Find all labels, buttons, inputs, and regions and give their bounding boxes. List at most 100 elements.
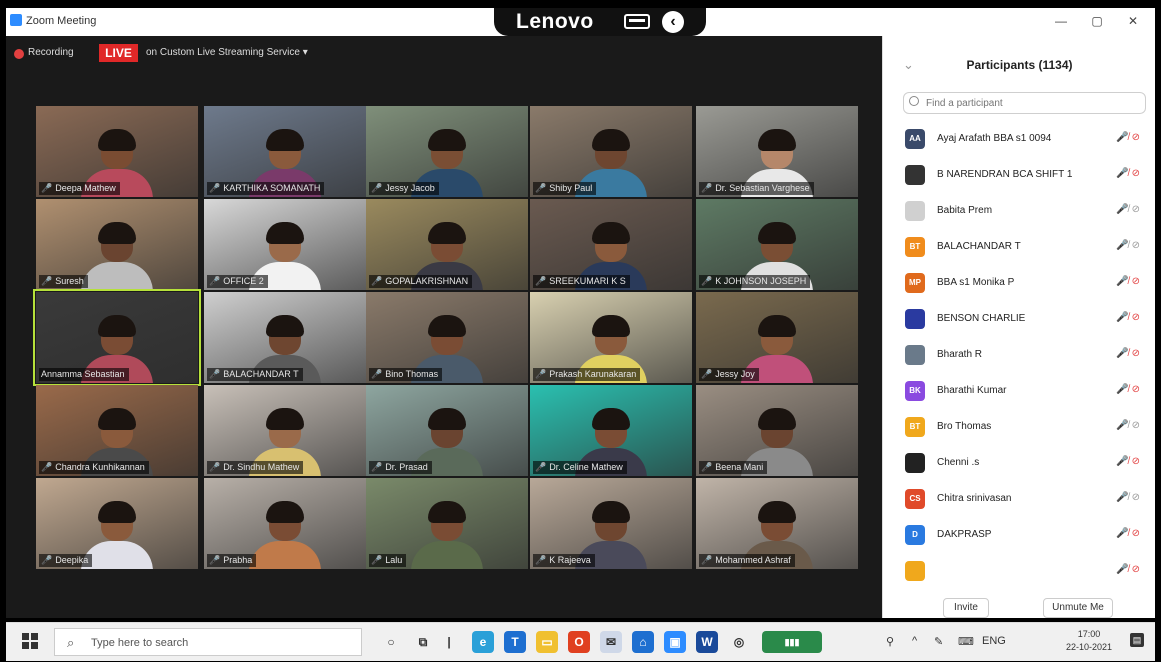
participant-row[interactable]: D DAKPRASP 🎤̸ ⊘ <box>883 518 1155 552</box>
participant-row[interactable]: BT BALACHANDAR T 🎤̸ ⊘ <box>883 230 1155 264</box>
participant-name-tag: 🎤 Dr. Celine Mathew <box>533 461 627 474</box>
cortana-icon[interactable]: ○ <box>380 631 402 653</box>
participant-name: K JOHNSON JOSEPH <box>715 276 807 286</box>
teams-icon[interactable]: T <box>504 631 526 653</box>
zoom-app-icon <box>10 14 22 26</box>
invite-button[interactable]: Invite <box>943 598 989 618</box>
chrome-icon[interactable]: ◎ <box>728 631 750 653</box>
muted-mic-icon: 🎤 <box>209 369 221 379</box>
mail-icon[interactable]: ✉ <box>600 631 622 653</box>
store-icon[interactable]: ⌂ <box>632 631 654 653</box>
taskbar-clock[interactable]: 17:00 22-10-2021 <box>1064 628 1114 654</box>
video-tile[interactable]: 🎤 Shiby Paul <box>530 106 692 197</box>
video-tile[interactable]: 🎤 Jessy Jacob <box>366 106 528 197</box>
live-badge[interactable]: LIVE <box>99 44 138 62</box>
video-tile[interactable]: 🎤 Beena Mani <box>696 385 858 476</box>
video-tile[interactable]: 🎤 Dr. Prasad <box>366 385 528 476</box>
tray-chevron-icon[interactable]: ^ <box>912 635 917 647</box>
participant-name: Suresh <box>55 276 84 286</box>
avatar <box>905 561 925 581</box>
participant-list-name: Babita Prem <box>937 205 993 216</box>
video-off-icon: 🎤̸ ⊘ <box>1116 132 1140 143</box>
video-tile[interactable]: 🎤 Lalu <box>366 478 528 569</box>
video-tile[interactable]: 🎤 Suresh <box>36 199 198 290</box>
muted-mic-icon: 🎤 <box>535 462 547 472</box>
mic-muted-icon: 🎤̸ ⊘ <box>1116 492 1140 503</box>
video-tile[interactable]: 🎤 Bino Thomas <box>366 292 528 383</box>
mic-muted-icon: 🎤̸ ⊘ <box>1116 420 1140 431</box>
video-tile[interactable]: 🎤 KARTHIKA SOMANATH <box>204 106 366 197</box>
mic-muted-icon: 🎤̸ ⊘ <box>1116 240 1140 251</box>
participant-row[interactable]: Bharath R 🎤̸ ⊘ <box>883 338 1155 372</box>
maximize-button[interactable]: ▢ <box>1084 12 1110 30</box>
avatar: MP <box>905 273 925 293</box>
participant-row[interactable]: B NARENDRAN BCA SHIFT 1 🎤̸ ⊘ <box>883 158 1155 192</box>
video-tile[interactable]: 🎤 Prakash Karunakaran <box>530 292 692 383</box>
video-tile[interactable]: Annamma Sebastian <box>33 289 201 386</box>
keyboard-icon[interactable]: ⌨ <box>958 635 974 648</box>
video-tile[interactable]: 🎤 BALACHANDAR T <box>204 292 366 383</box>
video-tile[interactable]: 🎤 K Rajeeva <box>530 478 692 569</box>
pen-icon[interactable]: ✎ <box>934 635 943 648</box>
participant-name-tag: 🎤 Prabha <box>207 554 257 567</box>
video-tile[interactable]: 🎤 Chandra Kunhikannan <box>36 385 198 476</box>
participant-name-tag: 🎤 Chandra Kunhikannan <box>39 461 149 474</box>
window-title: Zoom Meeting <box>26 15 97 27</box>
taskbar-search-box[interactable]: ⌕ Type here to search <box>54 628 362 656</box>
video-tile[interactable]: 🎤 Jessy Joy <box>696 292 858 383</box>
participant-name-tag: 🎤 Jessy Jacob <box>369 182 439 195</box>
participant-row[interactable]: 🎤̸ ⊘ <box>883 554 1155 588</box>
participant-row[interactable]: BT Bro Thomas 🎤̸ ⊘ <box>883 410 1155 444</box>
participants-panel: ⌄ Participants (1134) AAAyaj Arafath BBA… <box>882 36 1155 618</box>
file-explorer-icon[interactable]: ▭ <box>536 631 558 653</box>
search-icon: ⌕ <box>67 635 75 650</box>
participant-row[interactable]: BK Bharathi Kumar 🎤̸ ⊘ <box>883 374 1155 408</box>
task-view-icon[interactable]: ⧉ <box>412 631 434 653</box>
stream-service-dropdown[interactable]: on Custom Live Streaming Service ▾ <box>146 47 308 58</box>
participant-list-name: Chitra srinivasan <box>937 493 1012 504</box>
video-tile[interactable]: 🎤 GOPALAKRISHNAN <box>366 199 528 290</box>
word-icon[interactable]: W <box>696 631 718 653</box>
participant-row[interactable]: BENSON CHARLIE 🎤̸ ⊘ <box>883 302 1155 336</box>
participant-name-tag: 🎤 Jessy Joy <box>699 368 759 381</box>
participant-row[interactable]: Babita Prem 🎤̸ ⊘ <box>883 194 1155 228</box>
zoom-taskbar-icon[interactable]: ▣ <box>664 631 686 653</box>
video-tile[interactable]: 🎤 Prabha <box>204 478 366 569</box>
video-tile[interactable]: 🎤 SREEKUMARI K S <box>530 199 692 290</box>
battery-meter[interactable]: ▮▮▮ <box>762 631 822 653</box>
avatar <box>905 165 925 185</box>
avatar: CS <box>905 489 925 509</box>
language-indicator[interactable]: ENG <box>982 635 1006 647</box>
video-tile[interactable]: 🎤 Mohammed Ashraf <box>696 478 858 569</box>
participant-search-input[interactable] <box>903 92 1146 114</box>
unmute-me-button[interactable]: Unmute Me <box>1043 598 1113 618</box>
video-tile[interactable]: 🎤 Dr. Sindhu Mathew <box>204 385 366 476</box>
edge-browser-icon[interactable]: e <box>472 631 494 653</box>
participant-row[interactable]: MP BBA s1 Monika P 🎤̸ ⊘ <box>883 266 1155 300</box>
video-tile[interactable]: 🎤 K JOHNSON JOSEPH <box>696 199 858 290</box>
mic-muted-icon: 🎤̸ ⊘ <box>1116 204 1140 215</box>
windows-start-icon[interactable] <box>22 633 38 649</box>
video-tile[interactable]: 🎤 OFFICE 2 <box>204 199 366 290</box>
minimize-button[interactable]: — <box>1048 12 1074 30</box>
recording-label[interactable]: Recording <box>28 47 74 58</box>
participant-name-tag: 🎤 K Rajeeva <box>533 554 595 567</box>
participant-row[interactable]: CS Chitra srinivasan 🎤̸ ⊘ <box>883 482 1155 516</box>
notification-icon[interactable]: ▤ <box>1130 633 1144 647</box>
office-icon[interactable]: O <box>568 631 590 653</box>
participant-name-tag: 🎤 OFFICE 2 <box>207 275 268 288</box>
participant-name: Dr. Sindhu Mathew <box>223 462 300 472</box>
video-tile[interactable]: 🎤 Dr. Celine Mathew <box>530 385 692 476</box>
close-button[interactable]: ✕ <box>1120 12 1146 30</box>
video-tile[interactable]: 🎤 Deepika <box>36 478 198 569</box>
screen-icon <box>624 14 650 29</box>
people-icon[interactable]: ⚲ <box>886 635 894 648</box>
participant-row[interactable]: AA Ayaj Arafath BBA s1 0094 🎤̸ ⊘ <box>883 122 1155 156</box>
participant-name: Jessy Joy <box>715 369 755 379</box>
video-tile[interactable]: 🎤 Deepa Mathew <box>36 106 198 197</box>
participant-list-name: BALACHANDAR T <box>937 241 1021 252</box>
avatar <box>905 345 925 365</box>
participant-row[interactable]: Chenni .s 🎤̸ ⊘ <box>883 446 1155 480</box>
participant-name-tag: 🎤 Deepa Mathew <box>39 182 120 195</box>
video-tile[interactable]: 🎤 Dr. Sebastian Varghese <box>696 106 858 197</box>
